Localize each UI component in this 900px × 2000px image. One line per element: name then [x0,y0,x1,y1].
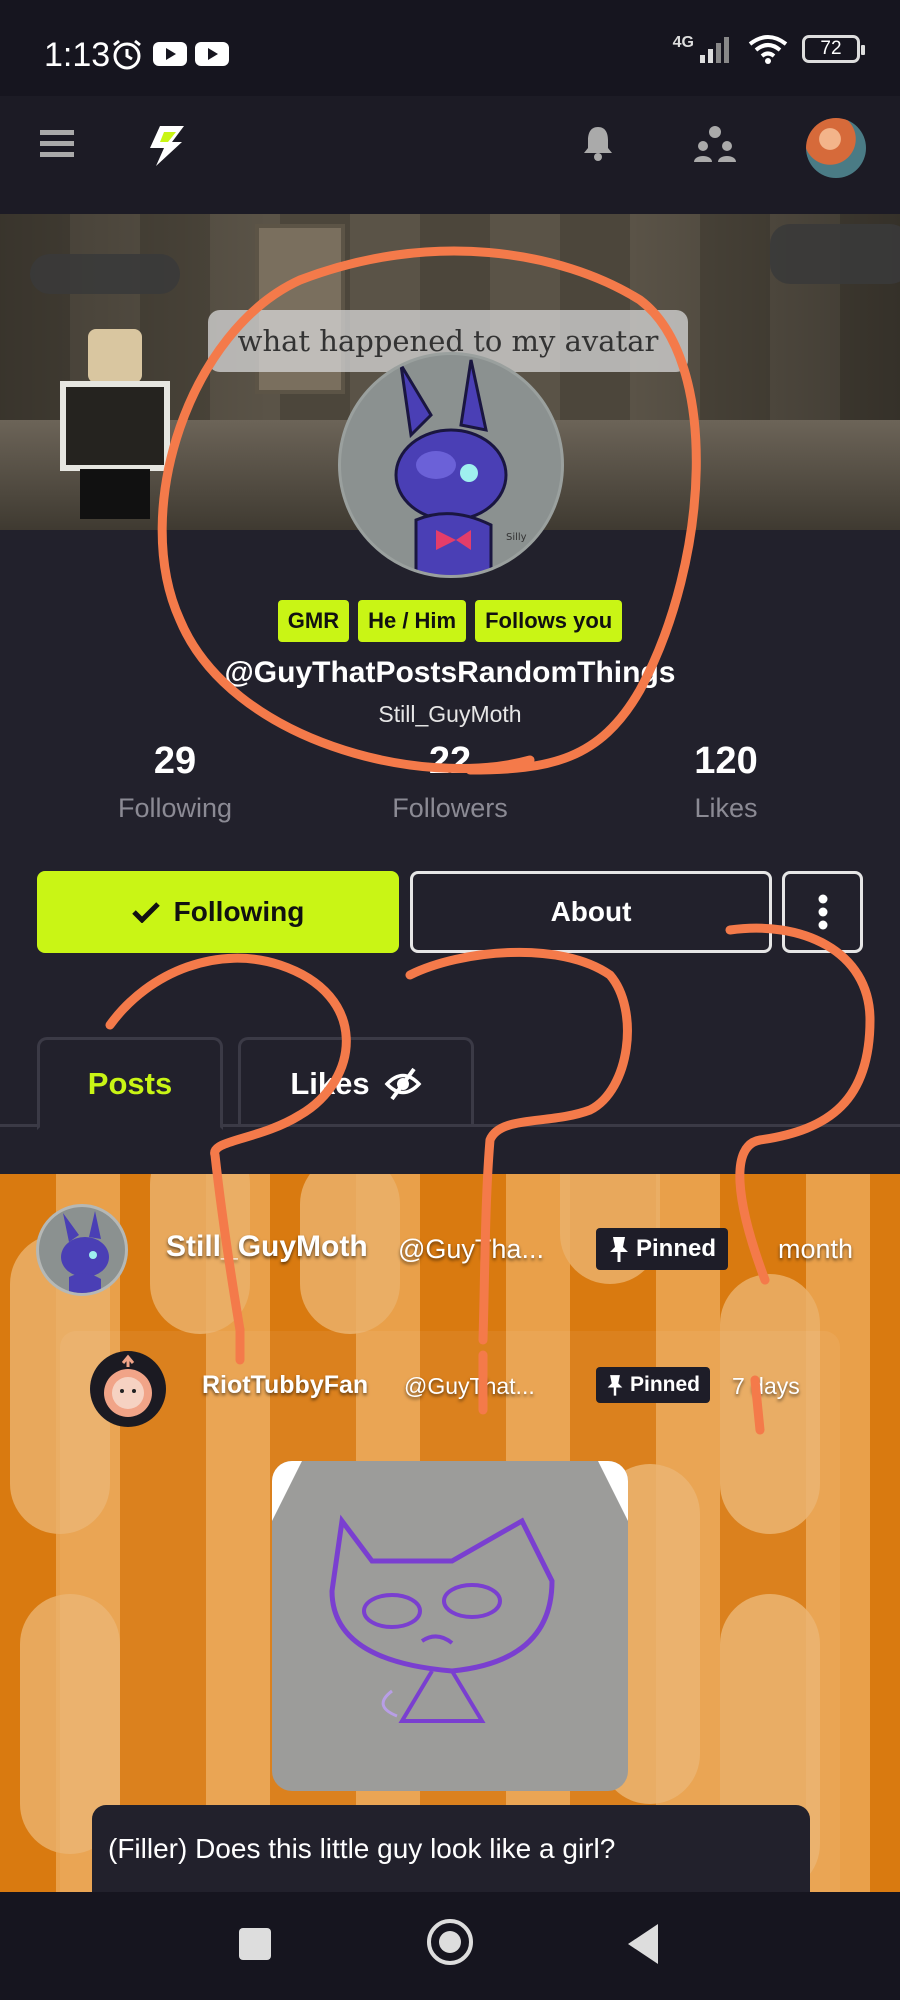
signal-icon [700,37,729,63]
quoted-post-time: 7 days [732,1373,800,1399]
stat-likes-label: Likes [694,793,758,823]
pin-icon [607,1375,623,1396]
system-nav-bar [0,1892,900,2000]
tab-likes[interactable]: Likes [238,1037,474,1127]
clock: 1:13 [44,36,111,74]
stat-likes-count: 120 [694,740,758,782]
tab-likes-label: Likes [290,1065,370,1101]
post-feed: Still_GuyMoth @GuyTha... Pinned month Ri… [0,1174,900,1892]
following-button[interactable]: Following [37,871,399,953]
status-bar: 1:13 4G 72 [0,0,900,96]
stat-followers-count: 22 [428,740,472,782]
app-logo-icon[interactable] [146,124,188,168]
eye-off-icon [384,1067,422,1100]
bunny-avatar-illustration: Silly [394,359,527,575]
tab-posts[interactable]: Posts [37,1037,223,1130]
more-options-button[interactable] [782,871,863,953]
post-header: Still_GuyMoth @GuyTha... Pinned month [0,1174,900,1334]
pinned-label: Pinned [636,1235,717,1262]
home-button[interactable] [427,1919,473,1965]
quoted-pinned-badge: Pinned [596,1367,711,1403]
stat-followers-label: Followers [392,793,508,823]
purple-creature-drawing [272,1461,628,1723]
more-vertical-icon [818,894,827,930]
quoted-post-image[interactable] [272,1461,628,1791]
profile-username: Still_GuyMoth [378,701,522,727]
youtube-icon [195,42,229,66]
profile-handle: @GuyThatPostsRandomThings [224,656,676,689]
back-button[interactable] [628,1924,658,1964]
banner-scribble [30,254,180,294]
quoted-author-avatar[interactable] [90,1351,166,1427]
alarm-icon [113,39,141,70]
tag-follows-you: Follows you [475,600,623,642]
user-avatar[interactable] [806,118,866,178]
tag-gmr: GMR [277,600,350,642]
recents-button[interactable] [239,1928,271,1960]
app-bar [0,96,900,214]
stat-followers[interactable]: 22 Followers [330,740,570,824]
stat-following-label: Following [117,793,233,823]
people-icon[interactable] [694,124,736,164]
stat-likes[interactable]: 120 Likes [606,740,846,824]
following-button-label: Following [173,896,305,927]
banner-scribble [770,224,900,284]
quoted-author-handle: @GuyThat... [404,1373,535,1399]
stat-following[interactable]: 29 Following [55,740,295,824]
bell-icon[interactable] [582,124,614,162]
quoted-pinned-label: Pinned [630,1373,701,1396]
bunny-avatar-small [61,1211,109,1293]
check-icon [131,902,160,923]
tab-posts-label: Posts [87,1065,173,1101]
about-button-label: About [550,896,632,927]
post-time: month [778,1234,854,1264]
stat-following-count: 29 [153,740,197,782]
tag-pronouns: He / Him [358,600,467,642]
tubby-avatar-icon [104,1354,152,1417]
post-author-name[interactable]: Still_GuyMoth [166,1230,368,1264]
pin-icon [610,1237,628,1262]
banner-avatar-character [50,329,170,519]
post-author-handle: @GuyTha... [398,1234,544,1264]
menu-icon[interactable] [40,128,74,160]
network-type: 4G [672,34,694,51]
wifi-icon [748,35,788,64]
battery-icon: 72 [802,35,865,63]
youtube-icon [153,42,187,66]
quoted-author-name[interactable]: RiotTubbyFan [202,1371,368,1400]
profile-tags: GMR He / Him Follows you [0,600,900,642]
pinned-badge: Pinned [596,1228,729,1270]
profile-avatar[interactable]: Silly [338,352,564,578]
post-author-avatar[interactable] [36,1204,128,1296]
about-button[interactable]: About [410,871,772,953]
svg-text:Silly: Silly [506,532,527,543]
